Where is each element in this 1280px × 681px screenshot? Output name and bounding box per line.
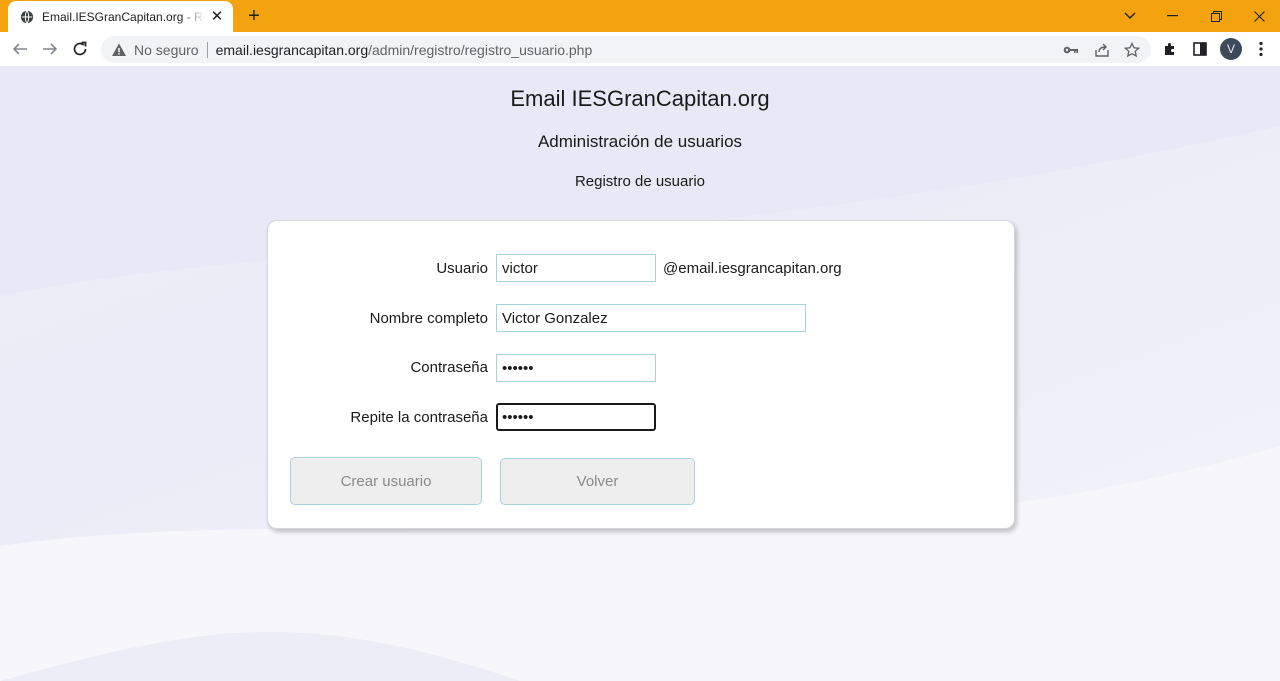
back-arrow-icon[interactable] [8,37,32,61]
site-title: Email IESGranCapitan.org [510,86,770,111]
address-bar[interactable]: No seguro email.iesgrancapitan.org/admin… [101,36,1151,63]
reload-icon[interactable] [68,37,92,61]
extensions-puzzle-icon[interactable] [1159,38,1181,60]
close-window-icon[interactable] [1239,0,1279,32]
new-tab-button[interactable]: + [243,5,265,27]
crear-usuario-button[interactable]: Crear usuario [290,457,482,505]
repite-contrasena-input[interactable] [496,403,656,431]
share-icon[interactable] [1093,41,1111,59]
volver-button[interactable]: Volver [500,458,695,505]
tab-close-icon[interactable]: ✕ [209,8,225,25]
restore-icon[interactable] [1196,0,1236,32]
repite-contrasena-label: Repite la contraseña [350,409,488,426]
nombre-completo-label: Nombre completo [369,310,488,327]
page-subtitle: Registro de usuario [574,173,706,190]
globe-icon [20,10,34,23]
contrasena-label: Contraseña [410,359,488,376]
more-menu-icon[interactable] [1250,38,1272,60]
minimize-icon[interactable] [1152,0,1192,32]
url-path: /admin/registro/registro_usuario.php [368,41,593,58]
security-status[interactable]: No seguro [134,42,199,58]
address-divider [206,41,208,58]
key-icon[interactable] [1062,41,1080,59]
section-title: Administración de usuarios [537,132,743,151]
tab-search-icon[interactable] [1110,0,1150,32]
tab-title: Email.IESGranCapitan.org - Registro de u… [42,9,205,24]
bookmark-star-icon[interactable] [1123,41,1141,59]
warning-icon[interactable] [111,42,127,58]
usuario-label: Usuario [436,260,488,277]
contrasena-input[interactable] [496,354,656,382]
tab-strip: Email.IESGranCapitan.org - Registro de u… [0,0,1280,32]
active-tab[interactable]: Email.IESGranCapitan.org - Registro de u… [8,1,233,32]
forward-arrow-icon[interactable] [38,37,62,61]
nombre-completo-input[interactable] [496,304,806,332]
browser-toolbar: No seguro email.iesgrancapitan.org/admin… [0,32,1280,66]
page-viewport: Email IESGranCapitan.org Administración … [0,66,1280,681]
url-host: email.iesgrancapitan.org [215,41,369,58]
profile-avatar[interactable]: V [1220,38,1242,60]
email-domain-suffix: @email.iesgrancapitan.org [663,260,842,277]
usuario-input[interactable] [496,254,656,282]
registration-form-card: Usuario @email.iesgrancapitan.org Nombre… [267,220,1015,529]
side-panel-icon[interactable] [1189,38,1211,60]
